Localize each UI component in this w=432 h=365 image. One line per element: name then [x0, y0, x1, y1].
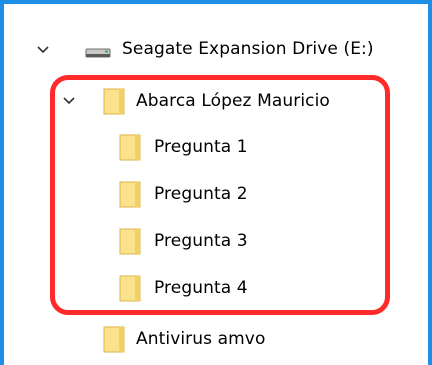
- tree-item-child[interactable]: Pregunta 2: [4, 179, 428, 209]
- tree-item-child[interactable]: Pregunta 4: [4, 273, 428, 303]
- folder-icon: [103, 88, 125, 115]
- folder-child-label: Pregunta 3: [154, 231, 248, 251]
- tree-item-folder-main[interactable]: Abarca López Mauricio: [4, 86, 428, 116]
- tree-item-child[interactable]: Pregunta 3: [4, 226, 428, 256]
- folder-tree: Seagate Expansion Drive (E:) Abarca Lópe…: [4, 4, 428, 365]
- tree-item-drive[interactable]: Seagate Expansion Drive (E:): [4, 34, 428, 64]
- folder-icon: [119, 228, 141, 255]
- folder-icon: [119, 134, 141, 161]
- folder-child-label: Pregunta 4: [154, 278, 248, 298]
- drive-label: Seagate Expansion Drive (E:): [122, 39, 374, 59]
- tree-view-panel: Seagate Expansion Drive (E:) Abarca Lópe…: [0, 0, 432, 365]
- chevron-down-icon[interactable]: [62, 94, 76, 108]
- tree-item-folder-other[interactable]: Antivirus amvo: [4, 324, 428, 354]
- tree-item-child[interactable]: Pregunta 1: [4, 132, 428, 162]
- drive-icon: [85, 44, 111, 58]
- folder-icon: [119, 181, 141, 208]
- folder-main-label: Abarca López Mauricio: [136, 91, 330, 111]
- chevron-down-icon[interactable]: [36, 43, 50, 57]
- folder-other-label: Antivirus amvo: [136, 329, 266, 349]
- folder-child-label: Pregunta 2: [154, 184, 248, 204]
- folder-child-label: Pregunta 1: [154, 137, 248, 157]
- folder-icon: [119, 275, 141, 302]
- folder-icon: [103, 326, 125, 353]
